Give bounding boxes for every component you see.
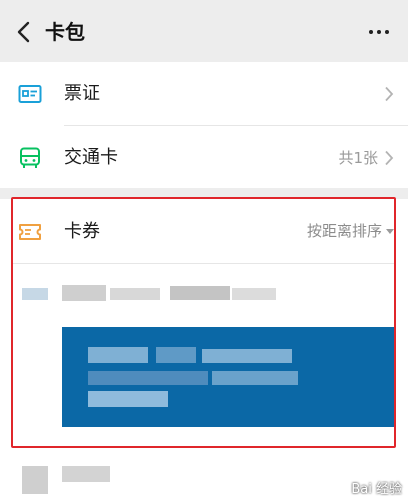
highlight-frame [11, 197, 396, 448]
back-button[interactable] [8, 16, 38, 48]
bus-icon [20, 147, 40, 168]
list-item-label: 交通卡 [64, 147, 118, 168]
more-dots-icon [369, 30, 373, 34]
more-button[interactable] [364, 20, 394, 44]
ticket-id-icon [18, 85, 42, 103]
list-item-tickets[interactable]: 票证 [0, 62, 408, 126]
merchant-name [62, 466, 110, 482]
card-list: 票证 交通卡 共1张 [0, 62, 408, 188]
card-count: 共1张 [338, 149, 378, 167]
page-title: 卡包 [45, 20, 85, 44]
chevron-right-icon [385, 150, 394, 166]
chevron-left-icon [17, 21, 30, 43]
list-item-transit-card[interactable]: 交通卡 共1张 [0, 126, 408, 190]
header: 卡包 [0, 0, 408, 64]
list-item-label: 票证 [64, 83, 100, 104]
merchant-logo [22, 466, 48, 494]
watermark: Bai 经验 [351, 482, 402, 497]
chevron-right-icon [385, 86, 394, 102]
